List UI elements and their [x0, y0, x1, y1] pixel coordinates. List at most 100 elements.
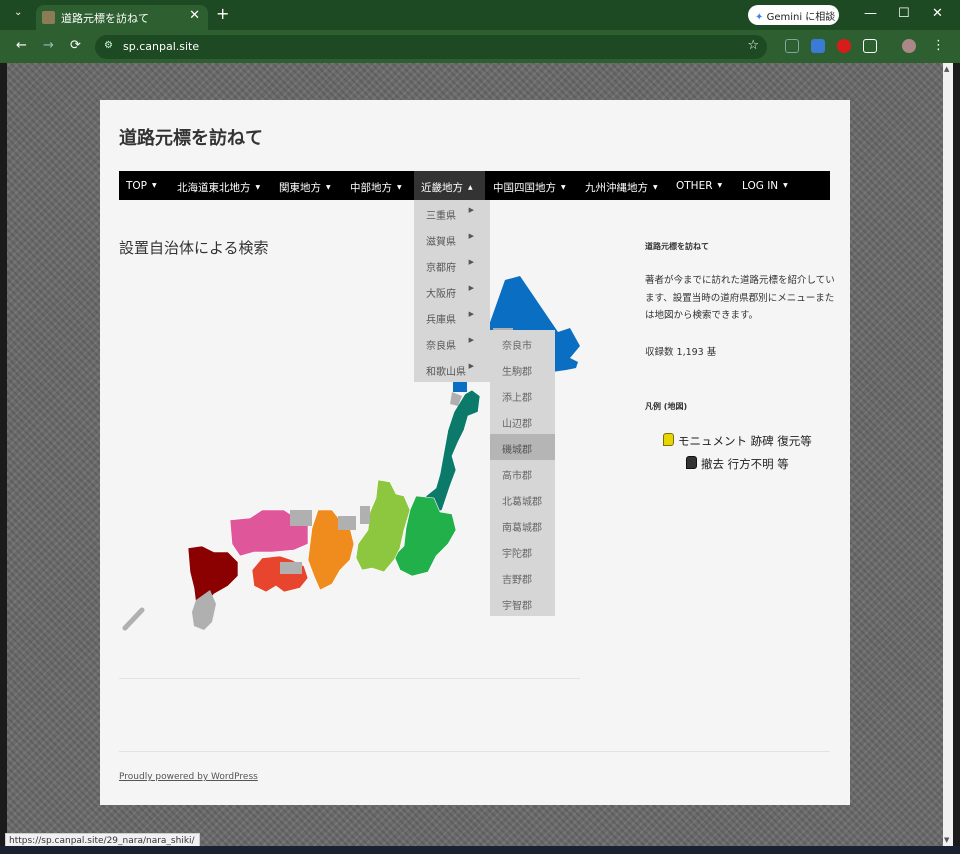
menu-item-label: 滋賀県 [426, 237, 456, 248]
submenu-arrow-icon: ▶ [468, 362, 474, 370]
legend-item-monument: モニュメント 跡碑 復元等 [663, 433, 812, 449]
menu-item-label: 奈良県 [426, 341, 456, 352]
translate-extension-icon[interactable] [811, 39, 825, 53]
new-tab-button[interactable]: + [216, 4, 229, 23]
kinki-menu-item[interactable]: 大阪府 ▶ [414, 278, 490, 304]
map-aomori[interactable] [453, 382, 467, 392]
nara-menu-item[interactable]: 奈良市 [490, 330, 555, 356]
nara-menu-item[interactable]: 生駒郡 [490, 356, 555, 382]
footer-divider [119, 751, 830, 752]
gray-pin-icon [686, 456, 697, 469]
page-scrollbar[interactable]: ▲ ▼ [943, 63, 953, 846]
menu-item-label: 大阪府 [426, 289, 456, 300]
menu-item-label: 三重県 [426, 211, 456, 222]
kinki-menu-item[interactable]: 滋賀県 ▶ [414, 226, 490, 252]
profile-avatar[interactable] [902, 39, 916, 53]
submenu-arrow-icon: ▶ [468, 232, 474, 240]
nara-menu-item[interactable]: 高市郡 [490, 460, 555, 486]
forward-button[interactable]: → [43, 38, 54, 53]
nav-chubu[interactable]: 中部地方 ▼ [350, 171, 402, 200]
minimize-button[interactable]: — [864, 6, 877, 21]
map-niigata-unvisited[interactable] [360, 506, 370, 524]
caret-down-icon: ▼ [152, 182, 157, 189]
main-navigation: TOP ▼ 北海道東北地方 ▼ 関東地方 ▼ 中部地方 ▼ 近畿地方 ▲ 中国四国地方 ▼ … [119, 171, 830, 200]
caret-down-icon: ▼ [255, 184, 261, 191]
site-title[interactable]: 道路元標を訪ねて [119, 124, 263, 150]
os-taskbar [0, 846, 960, 854]
close-window-button[interactable]: ✕ [932, 6, 943, 21]
submenu-arrow-icon: ▶ [468, 206, 474, 214]
yellow-pin-icon [663, 433, 674, 446]
legend-title: 凡例 (地図) [645, 402, 688, 411]
site-content-sheet: 道路元標を訪ねて TOP ▼ 北海道東北地方 ▼ 関東地方 ▼ 中部地方 ▼ 近畿地方 ▲… [100, 100, 850, 805]
site-favicon-icon [42, 11, 55, 24]
extensions-puzzle-icon[interactable] [863, 39, 877, 53]
nara-menu-item[interactable]: 宇陀郡 [490, 538, 555, 564]
caret-down-icon: ▼ [783, 182, 788, 189]
kinki-menu-item[interactable]: 京都府 ▶ [414, 252, 490, 278]
gemini-label: Gemini に相談 [766, 12, 836, 23]
red-extension-icon[interactable] [837, 39, 851, 53]
nav-login[interactable]: LOG IN ▼ [742, 171, 788, 200]
tab-search-button[interactable]: ⌄ [14, 7, 22, 18]
bookmark-star-icon[interactable]: ☆ [747, 38, 759, 53]
caret-up-icon: ▲ [468, 184, 473, 191]
menu-item-label: 和歌山県 [426, 367, 466, 378]
scroll-up-arrow-icon[interactable]: ▲ [944, 65, 949, 73]
map-kinki-unvisited[interactable] [280, 562, 302, 574]
nara-menu-item[interactable]: 磯城郡 [490, 434, 555, 460]
nara-menu-item[interactable]: 北葛城郡 [490, 486, 555, 512]
nav-kinki[interactable]: 近畿地方 ▲ [414, 171, 485, 200]
browser-toolbar: ← → ⟳ ⚙ sp.canpal.site ☆ ⋮ [0, 30, 960, 63]
browser-menu-button[interactable]: ⋮ [932, 38, 945, 53]
wordpress-footer-link[interactable]: Proudly powered by WordPress [119, 772, 258, 782]
url-text: sp.canpal.site [123, 40, 200, 53]
menu-item-label: 兵庫県 [426, 315, 456, 326]
record-count: 収録数 1,193 基 [645, 347, 717, 358]
nara-menu-item[interactable]: 吉野郡 [490, 564, 555, 590]
caret-down-icon: ▼ [653, 184, 658, 191]
submenu-arrow-icon: ▶ [468, 336, 474, 344]
submenu-arrow-icon: ▶ [468, 258, 474, 266]
scroll-down-arrow-icon[interactable]: ▼ [944, 836, 949, 844]
gemini-button[interactable]: ✦ Gemini に相談 [748, 5, 839, 25]
nara-menu-item[interactable]: 山辺郡 [490, 408, 555, 434]
address-bar[interactable]: ⚙ sp.canpal.site ☆ [95, 35, 767, 59]
map-tohoku[interactable] [423, 389, 481, 517]
nav-hokkaido-tohoku[interactable]: 北海道東北地方 ▼ [177, 171, 260, 200]
maximize-button[interactable]: ☐ [898, 6, 910, 21]
tab-close-button[interactable]: ✕ [189, 8, 200, 23]
kinki-dropdown: 三重県 ▶ 滋賀県 ▶ 京都府 ▶ 大阪府 ▶ 兵庫県 ▶ 奈良県 ▶ 和歌山県 ▶ [414, 200, 490, 382]
sidebar-description: 著者が今までに訪れた道路元標を紹介しています、設置当時の道府県郡別にメニューまた… [645, 275, 835, 321]
kinki-menu-item[interactable]: 奈良県 ▶ [414, 330, 490, 356]
kinki-menu-item[interactable]: 三重県 ▶ [414, 200, 490, 226]
map-okinawa[interactable] [122, 607, 145, 631]
map-chubu-unvisited[interactable] [338, 516, 356, 530]
tab-title: 道路元標を訪ねて [61, 12, 149, 25]
legend-item-removed: 撤去 行方不明 等 [686, 456, 789, 472]
sidebar-title: 道路元標を訪ねて [645, 242, 709, 251]
extension-icon[interactable] [785, 39, 799, 53]
nav-kanto[interactable]: 関東地方 ▼ [279, 171, 331, 200]
reload-button[interactable]: ⟳ [70, 38, 81, 53]
nara-menu-item[interactable]: 宇智郡 [490, 590, 555, 616]
caret-down-icon: ▼ [326, 184, 331, 191]
kinki-menu-item[interactable]: 兵庫県 ▶ [414, 304, 490, 330]
kinki-menu-item[interactable]: 和歌山県 ▶ [414, 356, 490, 382]
nara-menu-item[interactable]: 添上郡 [490, 382, 555, 408]
nav-kyushu-okinawa[interactable]: 九州沖縄地方 ▼ [585, 171, 658, 200]
browser-tab[interactable]: 道路元標を訪ねて ✕ [36, 5, 208, 30]
back-button[interactable]: ← [16, 38, 27, 53]
map-chugoku-unvisited[interactable] [290, 510, 312, 526]
page-viewport: 道路元標を訪ねて TOP ▼ 北海道東北地方 ▼ 関東地方 ▼ 中部地方 ▼ 近畿地方 ▲… [7, 63, 943, 846]
nav-chugoku-shikoku[interactable]: 中国四国地方 ▼ [493, 171, 566, 200]
menu-item-label: 京都府 [426, 263, 456, 274]
nara-menu-item[interactable]: 南葛城郡 [490, 512, 555, 538]
nav-other[interactable]: OTHER ▼ [676, 171, 722, 200]
site-settings-icon[interactable]: ⚙ [104, 40, 113, 51]
page-title: 設置自治体による検索 [119, 239, 269, 257]
caret-down-icon: ▼ [561, 184, 566, 191]
tab-strip: ⌄ 道路元標を訪ねて ✕ + ✦ Gemini に相談 — ☐ ✕ [0, 0, 960, 30]
nav-top[interactable]: TOP ▼ [126, 171, 157, 200]
nara-submenu: 奈良市 生駒郡 添上郡 山辺郡 磯城郡 高市郡 北葛城郡 南葛城郡 宇陀郡 吉野郡 宇智郡 [490, 330, 555, 616]
